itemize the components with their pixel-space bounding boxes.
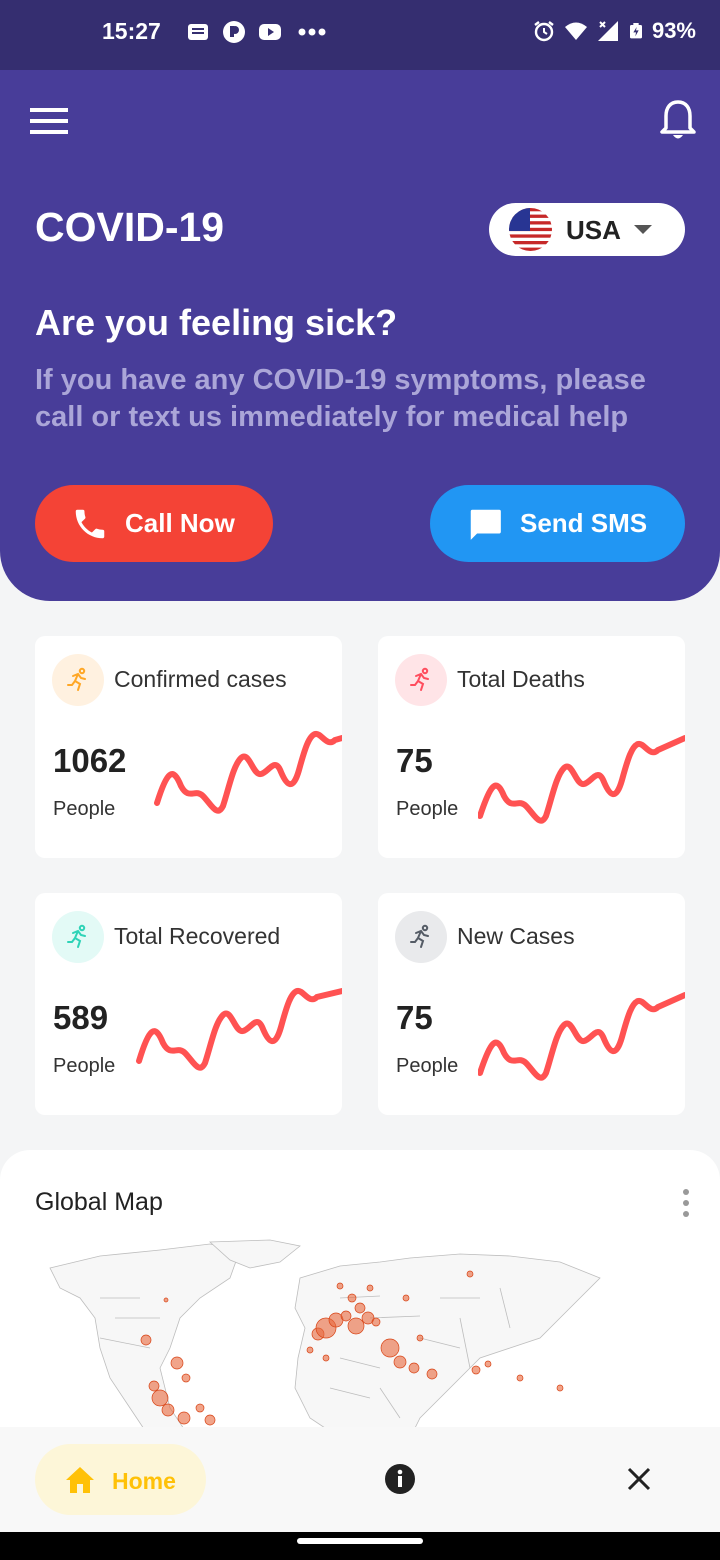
notification-icons: [186, 20, 330, 44]
world-map[interactable]: [40, 1238, 620, 1438]
call-now-label: Call Now: [125, 508, 235, 538]
stat-unit: People: [396, 1055, 459, 1077]
alarm-icon: [534, 21, 554, 42]
stat-label: Confirmed cases: [114, 666, 287, 692]
usa-flag-icon: [509, 208, 552, 251]
message-icon: [188, 24, 208, 40]
stat-unit: People: [53, 798, 116, 820]
sick-subtext: If you have any COVID-19 symptoms, pleas…: [35, 364, 646, 433]
trend-sparkline: [478, 992, 685, 1081]
map-title: Global Map: [35, 1188, 163, 1216]
more-notifications-icon: [298, 28, 326, 36]
stat-unit: People: [53, 1055, 116, 1077]
stat-label: Total Deaths: [457, 666, 585, 692]
stat-value: 589: [53, 999, 109, 1036]
trend-sparkline: [478, 735, 685, 824]
status-bar: 15:27 93%: [0, 0, 720, 70]
app-title: COVID-19: [35, 204, 225, 250]
battery-percent: 93%: [651, 18, 696, 43]
global-map-card: Global Map: [0, 1150, 720, 1440]
country-dropdown[interactable]: USA: [489, 203, 685, 256]
stats-area: Confirmed cases 1062 People Total Deaths…: [0, 601, 720, 1151]
stat-label: New Cases: [457, 923, 575, 949]
chat-bubble-icon: [470, 509, 501, 540]
stat-value: 1062: [53, 742, 127, 779]
nav-home-label: Home: [112, 1468, 176, 1494]
bottom-nav: Home: [0, 1427, 720, 1532]
sick-headline: Are you feeling sick?: [35, 302, 398, 343]
gesture-bar: [0, 1532, 720, 1560]
send-sms-button[interactable]: Send SMS: [430, 485, 685, 562]
close-icon[interactable]: [627, 1467, 651, 1491]
stat-unit: People: [396, 798, 459, 820]
send-sms-label: Send SMS: [520, 508, 648, 538]
country-label: USA: [566, 215, 621, 245]
trend-sparkline: [136, 987, 342, 1071]
stat-label: Total Recovered: [114, 923, 281, 949]
stat-card-confirmed[interactable]: Confirmed cases 1062 People: [35, 636, 342, 858]
wifi-icon: [564, 22, 587, 40]
stat-card-recovered[interactable]: Total Recovered 589 People: [35, 893, 342, 1115]
running-icon: [395, 911, 447, 963]
stat-value: 75: [396, 742, 433, 779]
nav-home-tab[interactable]: Home: [35, 1444, 206, 1515]
header-panel: COVID-19 USA Are you feeling sick? If yo…: [0, 70, 720, 601]
call-now-button[interactable]: Call Now: [35, 485, 273, 562]
youtube-icon: [259, 24, 281, 40]
stat-card-deaths[interactable]: Total Deaths 75 People: [378, 636, 685, 858]
stat-card-new-cases[interactable]: New Cases 75 People: [378, 893, 685, 1115]
app-notification-icon: [223, 21, 245, 43]
status-time: 15:27: [102, 18, 161, 44]
phone-icon: [75, 509, 105, 538]
notification-bell-icon[interactable]: [660, 98, 696, 142]
system-status: 93%: [532, 18, 696, 44]
info-icon[interactable]: [385, 1464, 415, 1494]
trend-sparkline: [154, 730, 342, 814]
chevron-down-icon: [634, 225, 652, 234]
menu-icon[interactable]: [30, 108, 68, 134]
more-vertical-icon[interactable]: [682, 1188, 690, 1218]
battery-icon: [629, 23, 642, 39]
stat-value: 75: [396, 999, 433, 1036]
signal-icon: [597, 21, 618, 41]
running-icon: [52, 654, 104, 706]
running-icon: [395, 654, 447, 706]
home-indicator[interactable]: [297, 1538, 423, 1544]
home-icon: [66, 1467, 94, 1493]
running-icon: [52, 911, 104, 963]
